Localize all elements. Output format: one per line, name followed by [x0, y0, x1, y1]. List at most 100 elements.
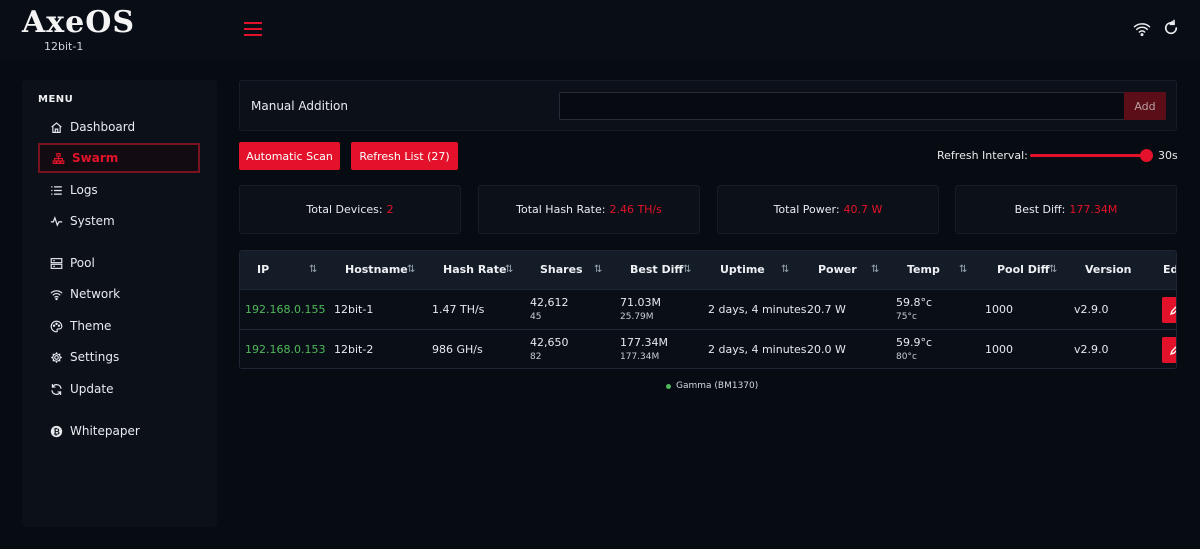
- stat-label: Best Diff:: [1014, 203, 1066, 216]
- sidebar-item-network[interactable]: Network: [38, 279, 200, 309]
- edit-button[interactable]: [1162, 337, 1176, 363]
- sort-icon[interactable]: ⇅: [309, 264, 317, 275]
- table-header: IP ⇅ Hostname ⇅ Hash Rate ⇅ Shares ⇅ Bes…: [240, 251, 1177, 289]
- hostname-cell: 12bit-2: [334, 343, 374, 356]
- sort-icon[interactable]: ⇅: [683, 264, 691, 275]
- app-logo[interactable]: AxeOS: [22, 6, 135, 40]
- add-button[interactable]: Add: [1124, 92, 1166, 120]
- sort-icon[interactable]: ⇅: [871, 264, 879, 275]
- sidebar-item-system[interactable]: System: [38, 206, 200, 236]
- bitcoin-icon: ₿: [50, 425, 63, 437]
- svg-text:₿: ₿: [53, 426, 60, 436]
- column-header-uptime[interactable]: Uptime: [720, 263, 765, 276]
- version-cell: v2.9.0: [1074, 303, 1109, 316]
- stat-value: 177.34M: [1069, 203, 1118, 216]
- stat-value: 2: [386, 203, 394, 216]
- menu-toggle-icon[interactable]: [244, 22, 262, 36]
- edit-button[interactable]: [1162, 297, 1176, 323]
- shares-rejected-cell: 82: [530, 352, 542, 362]
- pencil-icon: [1169, 306, 1176, 316]
- column-header-power[interactable]: Power: [818, 263, 857, 276]
- refresh-icon: [51, 383, 62, 395]
- sidebar-item-dashboard[interactable]: Dashboard: [38, 112, 200, 142]
- refresh-interval-slider-handle[interactable]: [1139, 149, 1153, 162]
- refresh-interval-slider[interactable]: [1030, 154, 1146, 157]
- uptime-cell: 2 days, 4 minutes: [708, 343, 807, 356]
- sidebar-item-label: Dashboard: [70, 120, 136, 134]
- stat-total-hash-rate: Total Hash Rate: 2.46 TH/s: [478, 185, 700, 234]
- top-bar: AxeOS 12bit-1: [0, 0, 1200, 60]
- ip-address-input[interactable]: [559, 92, 1125, 120]
- device-ip-link[interactable]: 192.168.0.155: [245, 303, 325, 316]
- sidebar-item-label: Network: [70, 287, 121, 301]
- version-cell: v2.9.0: [1074, 343, 1109, 356]
- menu-title: MENU: [38, 94, 74, 105]
- gear-icon: [51, 351, 62, 363]
- device-hostname: 12bit-1: [44, 40, 84, 53]
- column-header-hostname[interactable]: Hostname: [345, 263, 408, 276]
- sidebar-item-logs[interactable]: Logs: [38, 175, 200, 205]
- refresh-list-button[interactable]: Refresh List (27): [351, 142, 458, 170]
- sidebar-item-whitepaper[interactable]: ₿ Whitepaper: [38, 416, 200, 446]
- sidebar-item-settings[interactable]: Settings: [38, 342, 200, 372]
- manual-addition-panel: Manual Addition Add: [239, 80, 1177, 131]
- temp-cell: 59.8°c: [896, 296, 933, 309]
- best-session-diff-cell: 25.79M: [620, 312, 654, 322]
- stat-total-devices: Total Devices: 2: [239, 185, 461, 234]
- sort-icon[interactable]: ⇅: [1049, 264, 1057, 275]
- column-header-version[interactable]: Version: [1085, 263, 1132, 276]
- pulse-icon: [50, 215, 63, 227]
- stat-label: Total Hash Rate:: [516, 203, 606, 216]
- stat-total-power: Total Power: 40.7 W: [717, 185, 939, 234]
- stat-value: 40.7 W: [843, 203, 883, 216]
- sort-icon[interactable]: ⇅: [407, 264, 415, 275]
- wifi-icon[interactable]: [1132, 20, 1152, 38]
- sidebar-item-pool[interactable]: Pool: [38, 248, 200, 278]
- sidebar-item-label: Settings: [70, 350, 120, 364]
- list-icon: [51, 185, 62, 195]
- manual-addition-label: Manual Addition: [251, 99, 348, 113]
- sort-icon[interactable]: ⇅: [781, 264, 789, 275]
- device-table: IP ⇅ Hostname ⇅ Hash Rate ⇅ Shares ⇅ Bes…: [239, 250, 1177, 369]
- sidebar-item-label: Theme: [70, 319, 112, 333]
- sidebar-item-theme[interactable]: Theme: [38, 311, 200, 341]
- sidebar-item-label: Update: [70, 382, 114, 396]
- pencil-icon: [1169, 346, 1176, 356]
- column-header-pool-diff[interactable]: Pool Diff: [997, 263, 1050, 276]
- best-session-diff-cell: 177.34M: [620, 352, 660, 362]
- vr-temp-cell: 80°c: [896, 352, 917, 362]
- sidebar-item-label: Pool: [70, 256, 95, 270]
- best-diff-cell: 71.03M: [620, 296, 661, 309]
- legend-dot: [666, 383, 671, 389]
- sidebar-item-label: Logs: [70, 183, 98, 197]
- column-header-hash-rate[interactable]: Hash Rate: [443, 263, 506, 276]
- hash-rate-cell: 1.47 TH/s: [432, 303, 485, 316]
- column-header-shares[interactable]: Shares: [540, 263, 583, 276]
- sidebar-item-swarm[interactable]: Swarm: [38, 143, 200, 173]
- sitemap-icon: [52, 152, 65, 164]
- column-header-best-diff[interactable]: Best Diff: [630, 263, 683, 276]
- table-row: 192.168.0.155 12bit-1 1.47 TH/s 42,612 4…: [240, 289, 1176, 329]
- column-header-temp[interactable]: Temp: [907, 263, 940, 276]
- device-ip-link[interactable]: 192.168.0.153: [245, 343, 325, 356]
- sort-icon[interactable]: ⇅: [594, 264, 602, 275]
- column-header-ip[interactable]: IP: [257, 263, 269, 276]
- palette-icon: [50, 320, 63, 332]
- home-icon: [51, 121, 62, 133]
- hash-rate-cell: 986 GH/s: [432, 343, 483, 356]
- power-cell: 20.0 W: [807, 343, 846, 356]
- stat-label: Total Devices:: [306, 203, 383, 216]
- stat-label: Total Power:: [773, 203, 840, 216]
- sidebar-item-update[interactable]: Update: [38, 374, 200, 404]
- sort-icon[interactable]: ⇅: [505, 264, 513, 275]
- restart-icon[interactable]: [1162, 19, 1180, 37]
- refresh-interval-value: 30s: [1158, 149, 1178, 162]
- shares-rejected-cell: 45: [530, 312, 542, 322]
- device-model-legend: Gamma (BM1370): [666, 381, 758, 391]
- sidebar: MENU Dashboard Swarm Logs System Pool Ne…: [22, 80, 217, 527]
- power-cell: 20.7 W: [807, 303, 846, 316]
- sort-icon[interactable]: ⇅: [959, 264, 967, 275]
- automatic-scan-button[interactable]: Automatic Scan: [239, 142, 340, 170]
- column-header-edit: Edit: [1163, 263, 1177, 276]
- stat-best-diff: Best Diff: 177.34M: [955, 185, 1177, 234]
